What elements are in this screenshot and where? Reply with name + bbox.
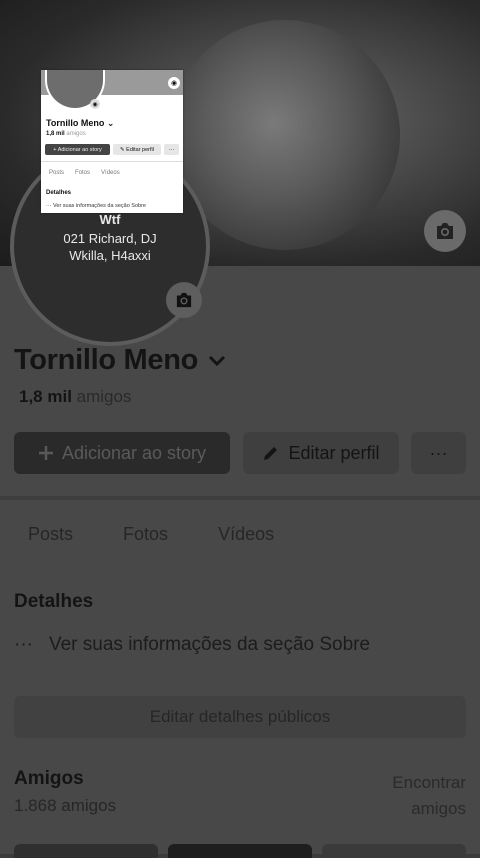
camera-icon xyxy=(176,292,192,308)
profile-name-row[interactable]: Tornillo Meno xyxy=(14,344,226,377)
edit-profile-button[interactable]: Editar perfil xyxy=(243,432,399,474)
cover-camera-button[interactable] xyxy=(424,210,466,252)
edit-public-details-button[interactable]: Editar detalhes públicos xyxy=(14,696,466,738)
friend-thumbnail[interactable] xyxy=(168,844,312,858)
preview-add-story: + Adicionar ao story xyxy=(45,144,110,155)
preview-camera-icon: ◉ xyxy=(90,99,100,109)
friends-count: 1,8 mil xyxy=(19,387,72,406)
tab-videos[interactable]: Vídeos xyxy=(218,524,274,545)
details-title: Detalhes xyxy=(14,591,94,612)
camera-icon xyxy=(437,223,453,239)
preview-details-title: Detalhes xyxy=(46,190,72,196)
friend-thumbnail[interactable] xyxy=(14,844,158,858)
edit-profile-label: Editar perfil xyxy=(288,442,380,463)
friends-thumbnails xyxy=(14,844,466,858)
more-dots-icon: ··· xyxy=(14,634,33,655)
section-divider xyxy=(0,496,480,500)
preview-name: Tornillo Meno ⌄ xyxy=(46,118,115,128)
add-story-label: Adicionar ao story xyxy=(61,442,207,463)
preview-tab: Vídeos xyxy=(101,170,120,176)
preview-details-info: ··· Ver suas informações da seção Sobre xyxy=(46,203,146,209)
friend-thumbnail[interactable] xyxy=(322,844,466,858)
preview-tabs: Posts Fotos Vídeos xyxy=(49,170,120,176)
pencil-icon xyxy=(264,447,278,460)
preview-more: ··· xyxy=(164,144,179,155)
tab-photos[interactable]: Fotos xyxy=(123,524,168,545)
details-about-link[interactable]: ··· Ver suas informações da seção Sobre xyxy=(14,634,370,656)
preview-friends: 1,8 mil amigos xyxy=(46,131,86,137)
profile-tabs: Posts Fotos Vídeos xyxy=(28,524,324,545)
preview-edit-profile: ✎ Editar perfil xyxy=(113,144,161,155)
preview-camera-icon: ◉ xyxy=(168,77,180,89)
friends-label: amigos xyxy=(76,387,132,406)
friends-section-title: Amigos xyxy=(14,768,84,789)
preview-tab: Fotos xyxy=(75,170,91,176)
avatar-text-line: Wkilla, H4axxi xyxy=(69,248,151,263)
friends-section-count: 1.868 amigos xyxy=(14,796,117,815)
find-friends-link[interactable]: Encontrar amigos xyxy=(360,770,466,822)
preview-tab: Posts xyxy=(49,170,65,176)
more-icon: ··· xyxy=(429,442,448,463)
profile-name: Tornillo Meno xyxy=(14,344,199,376)
more-options-button[interactable]: ··· xyxy=(411,432,466,474)
tab-posts[interactable]: Posts xyxy=(28,524,73,545)
details-about-label: Ver suas informações da seção Sobre xyxy=(48,634,371,655)
plus-icon xyxy=(38,446,53,460)
avatar-text-title: Wtf xyxy=(99,212,121,227)
profile-camera-button[interactable] xyxy=(166,282,202,318)
add-story-button[interactable]: Adicionar ao story xyxy=(14,432,230,474)
avatar-text-line: 021 Richard, DJ xyxy=(63,231,157,246)
profile-preview-thumbnail[interactable]: ◉ ◉ Tornillo Meno ⌄ 1,8 mil amigos + Adi… xyxy=(41,70,183,213)
chevron-down-icon[interactable] xyxy=(208,355,226,367)
friends-summary[interactable]: 1,8 mil amigos xyxy=(19,387,131,407)
preview-divider xyxy=(41,161,183,162)
